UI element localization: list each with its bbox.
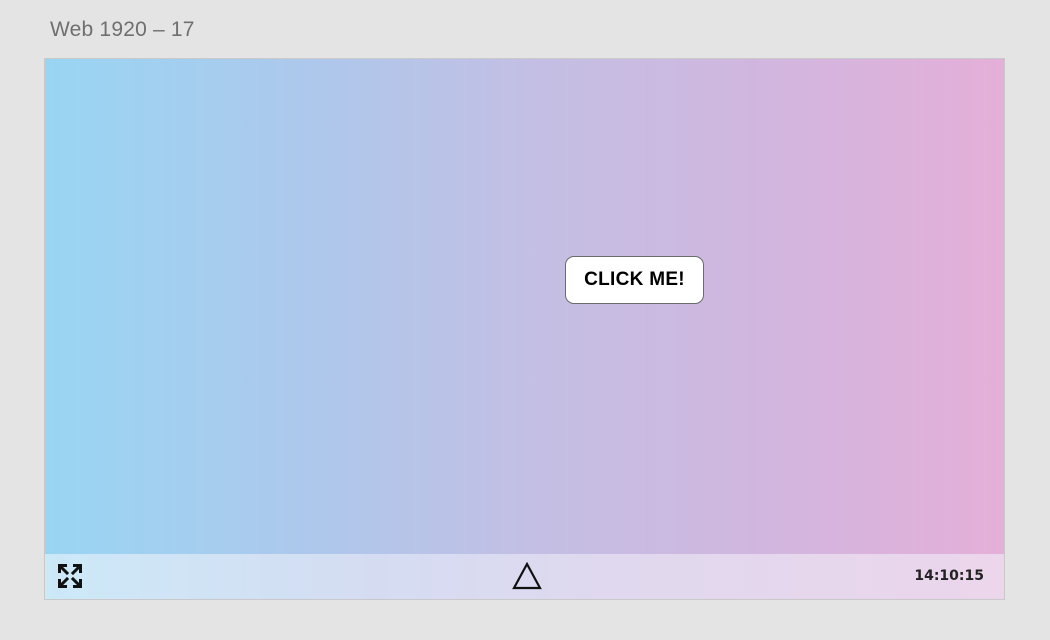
bottom-toolbar: 14:10:15 [45, 554, 1004, 599]
triangle-outline-icon[interactable] [511, 561, 543, 591]
artboard-canvas: CLICK ME! 14:10:15 [44, 58, 1005, 600]
artboard-title: Web 1920 – 17 [50, 18, 195, 41]
clock-time: 14:10:15 [914, 568, 984, 584]
fullscreen-expand-icon[interactable] [57, 563, 83, 589]
click-me-button[interactable]: CLICK ME! [565, 256, 704, 304]
